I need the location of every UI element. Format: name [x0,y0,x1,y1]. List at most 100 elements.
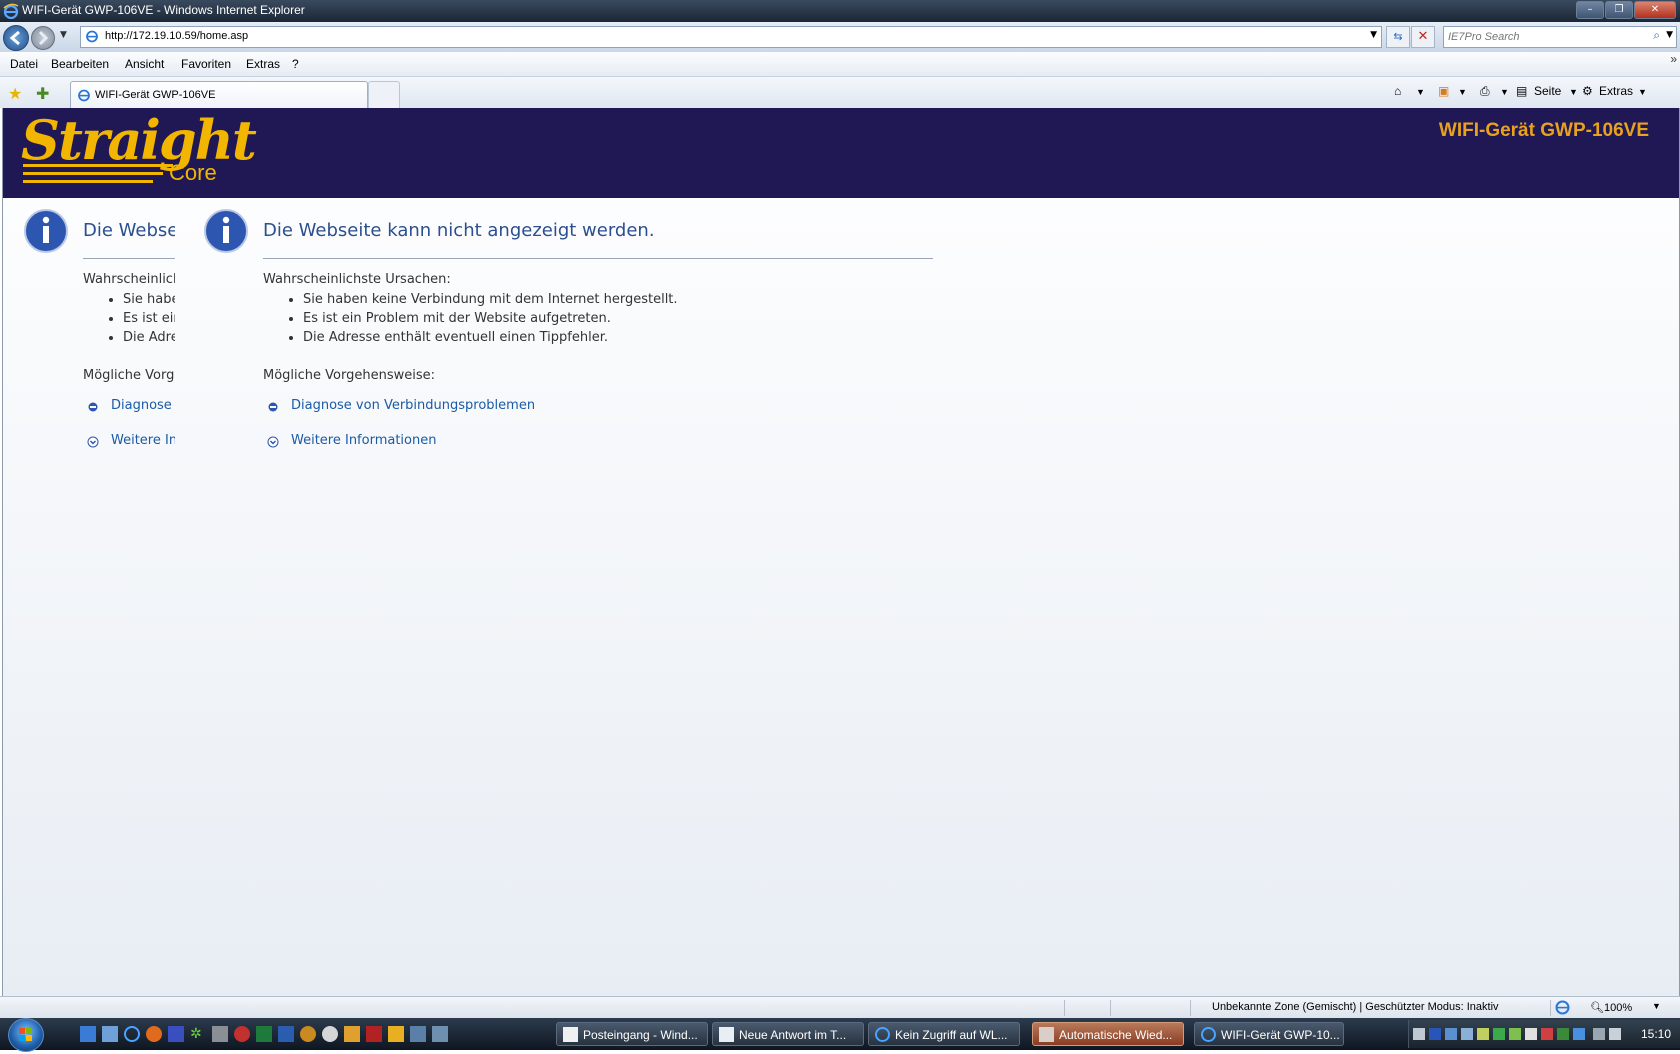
quicklaunch-red-app-icon[interactable] [234,1026,250,1042]
menu-help[interactable]: ? [292,57,299,71]
page-menu-button[interactable]: Seite [1534,84,1561,98]
tab-label: WIFI-Gerät GWP-106VE [95,89,216,101]
causes-title: Wahrscheinlichste Ursachen: [83,272,175,287]
feeds-dropdown-icon[interactable]: ▼ [1458,87,1467,97]
bullet-dot-icon [268,402,278,412]
quicklaunch-tool-icon[interactable] [212,1026,228,1042]
arrow-right-icon [38,30,49,46]
home-icon[interactable]: ⌂ [1394,84,1401,98]
security-zone-text[interactable]: Unbekannte Zone (Gemischt) | Geschützter… [1212,1001,1499,1013]
quicklaunch-pdf-icon[interactable] [366,1026,382,1042]
tools-menu-button[interactable]: Extras [1599,84,1633,98]
bullet-dot-icon [88,402,98,412]
divider [83,258,175,259]
quicklaunch-show-desktop-icon[interactable] [80,1026,96,1042]
menu-favoriten[interactable]: Favoriten [181,57,231,71]
cause-item: Die Adresse enthält eventuell einen Tipp… [303,328,678,347]
tray-icon[interactable] [1525,1028,1537,1040]
task-posteingang[interactable]: Posteingang - Wind... [556,1022,708,1046]
refresh-icon: ⇆ [1393,30,1403,43]
quicklaunch-firefox-icon[interactable] [146,1026,162,1042]
system-tray: 15:10 [1408,1020,1680,1048]
zoom-magnifier-icon: 🔍︎ [1590,1002,1604,1014]
task-label: Neue Antwort im T... [739,1028,847,1042]
more-info-link[interactable]: Weitere Informationen [111,433,175,448]
tray-icon[interactable] [1573,1028,1585,1040]
tray-icon[interactable] [1413,1028,1425,1040]
menu-extras[interactable]: Extras [246,57,280,71]
search-box[interactable]: ⌕ ▼ [1443,26,1677,48]
zoom-dropdown-icon[interactable]: ▼ [1652,1001,1661,1011]
quicklaunch-gear-icon[interactable]: ✲ [190,1026,206,1042]
tray-icon[interactable] [1493,1028,1505,1040]
tray-icon[interactable] [1541,1028,1553,1040]
task-wifi-geraet[interactable]: WIFI-Gerät GWP-10... [1194,1022,1344,1046]
tools-dropdown-icon[interactable]: ▼ [1638,87,1647,97]
quicklaunch-excel-icon[interactable] [256,1026,272,1042]
tray-icon[interactable] [1445,1028,1457,1040]
search-input[interactable] [1444,27,1640,47]
back-button[interactable] [3,25,29,51]
feeds-icon[interactable]: ▣ [1438,84,1449,98]
page-dropdown-icon[interactable]: ▼ [1569,87,1578,97]
add-favorite-icon[interactable]: ✚ [36,84,49,103]
quicklaunch-ie-icon[interactable] [124,1026,140,1042]
close-window-button[interactable]: ✕ [1634,1,1676,19]
quicklaunch-word-icon[interactable] [278,1026,294,1042]
tray-icon[interactable] [1461,1028,1473,1040]
task-label: Kein Zugriff auf WL... [895,1028,1008,1042]
new-tab-button[interactable] [368,81,400,108]
menu-bar: Datei Bearbeiten Ansicht Favoriten Extra… [0,52,1680,77]
address-field[interactable]: http://172.19.10.59/home.asp ▼ [80,26,1382,48]
quicklaunch-app2-icon[interactable] [300,1026,316,1042]
taskbar: ✲ Posteingang - Wind... Neue Antwort im … [0,1018,1680,1052]
tray-icon[interactable] [1429,1028,1441,1040]
stop-button[interactable]: ✕ [1411,26,1435,48]
chevron-down-circle-icon [267,436,279,448]
diagnose-link[interactable]: Diagnose von Verbindungsproblemen [111,398,175,413]
quicklaunch-cd-icon[interactable] [322,1026,338,1042]
menu-bearbeiten[interactable]: Bearbeiten [51,57,109,71]
menu-ansicht[interactable]: Ansicht [125,57,164,71]
more-info-link[interactable]: Weitere Informationen [291,433,436,448]
tray-icon[interactable] [1477,1028,1489,1040]
network-tray-icon[interactable] [1593,1028,1605,1040]
quicklaunch-media-icon[interactable] [388,1026,404,1042]
task-kein-zugriff[interactable]: Kein Zugriff auf WL... [868,1022,1020,1046]
refresh-button[interactable]: ⇆ [1386,26,1410,48]
status-separator [1550,1000,1551,1016]
tray-icon[interactable] [1557,1028,1569,1040]
page-icon [86,30,98,43]
tray-icon[interactable] [1509,1028,1521,1040]
info-icon [204,209,248,253]
recent-pages-dropdown[interactable]: ▼ [60,30,67,40]
diagnose-link[interactable]: Diagnose von Verbindungsproblemen [291,398,535,413]
favorites-star-icon[interactable]: ★ [8,84,22,103]
home-dropdown-icon[interactable]: ▼ [1416,87,1425,97]
print-icon[interactable]: ⎙ [1480,84,1490,99]
taskbar-clock[interactable]: 15:10 [1641,1027,1671,1041]
task-neue-antwort[interactable]: Neue Antwort im T... [712,1022,864,1046]
chevron-right-icon[interactable]: » [1670,52,1677,66]
print-dropdown-icon[interactable]: ▼ [1500,87,1509,97]
address-dropdown-icon[interactable]: ▼ [1370,30,1377,40]
tab-wifi-geraet[interactable]: WIFI-Gerät GWP-106VE [70,81,368,109]
quicklaunch-app4-icon[interactable] [432,1026,448,1042]
quicklaunch-switch-windows-icon[interactable] [102,1026,118,1042]
forward-button[interactable] [31,26,55,50]
causes-list: Sie haben keine Verbindung mit dem Inter… [263,290,678,347]
start-button[interactable] [8,1018,44,1052]
volume-tray-icon[interactable] [1609,1028,1621,1040]
minimize-button[interactable]: – [1576,1,1604,19]
task-automatische-wiedergabe[interactable]: Automatische Wied... [1032,1022,1184,1046]
status-bar: Unbekannte Zone (Gemischt) | Geschützter… [0,996,1680,1019]
maximize-button[interactable]: ❐ [1605,1,1633,19]
search-icon[interactable]: ⌕ [1653,28,1660,43]
menu-datei[interactable]: Datei [10,57,38,71]
zoom-level[interactable]: 🔍︎100% [1590,1001,1632,1014]
quicklaunch-network-icon[interactable] [410,1026,426,1042]
quicklaunch-app-icon[interactable] [168,1026,184,1042]
search-dropdown-icon[interactable]: ▼ [1666,30,1673,40]
quicklaunch-app3-icon[interactable] [344,1026,360,1042]
zoom-value: 100% [1603,1002,1633,1014]
